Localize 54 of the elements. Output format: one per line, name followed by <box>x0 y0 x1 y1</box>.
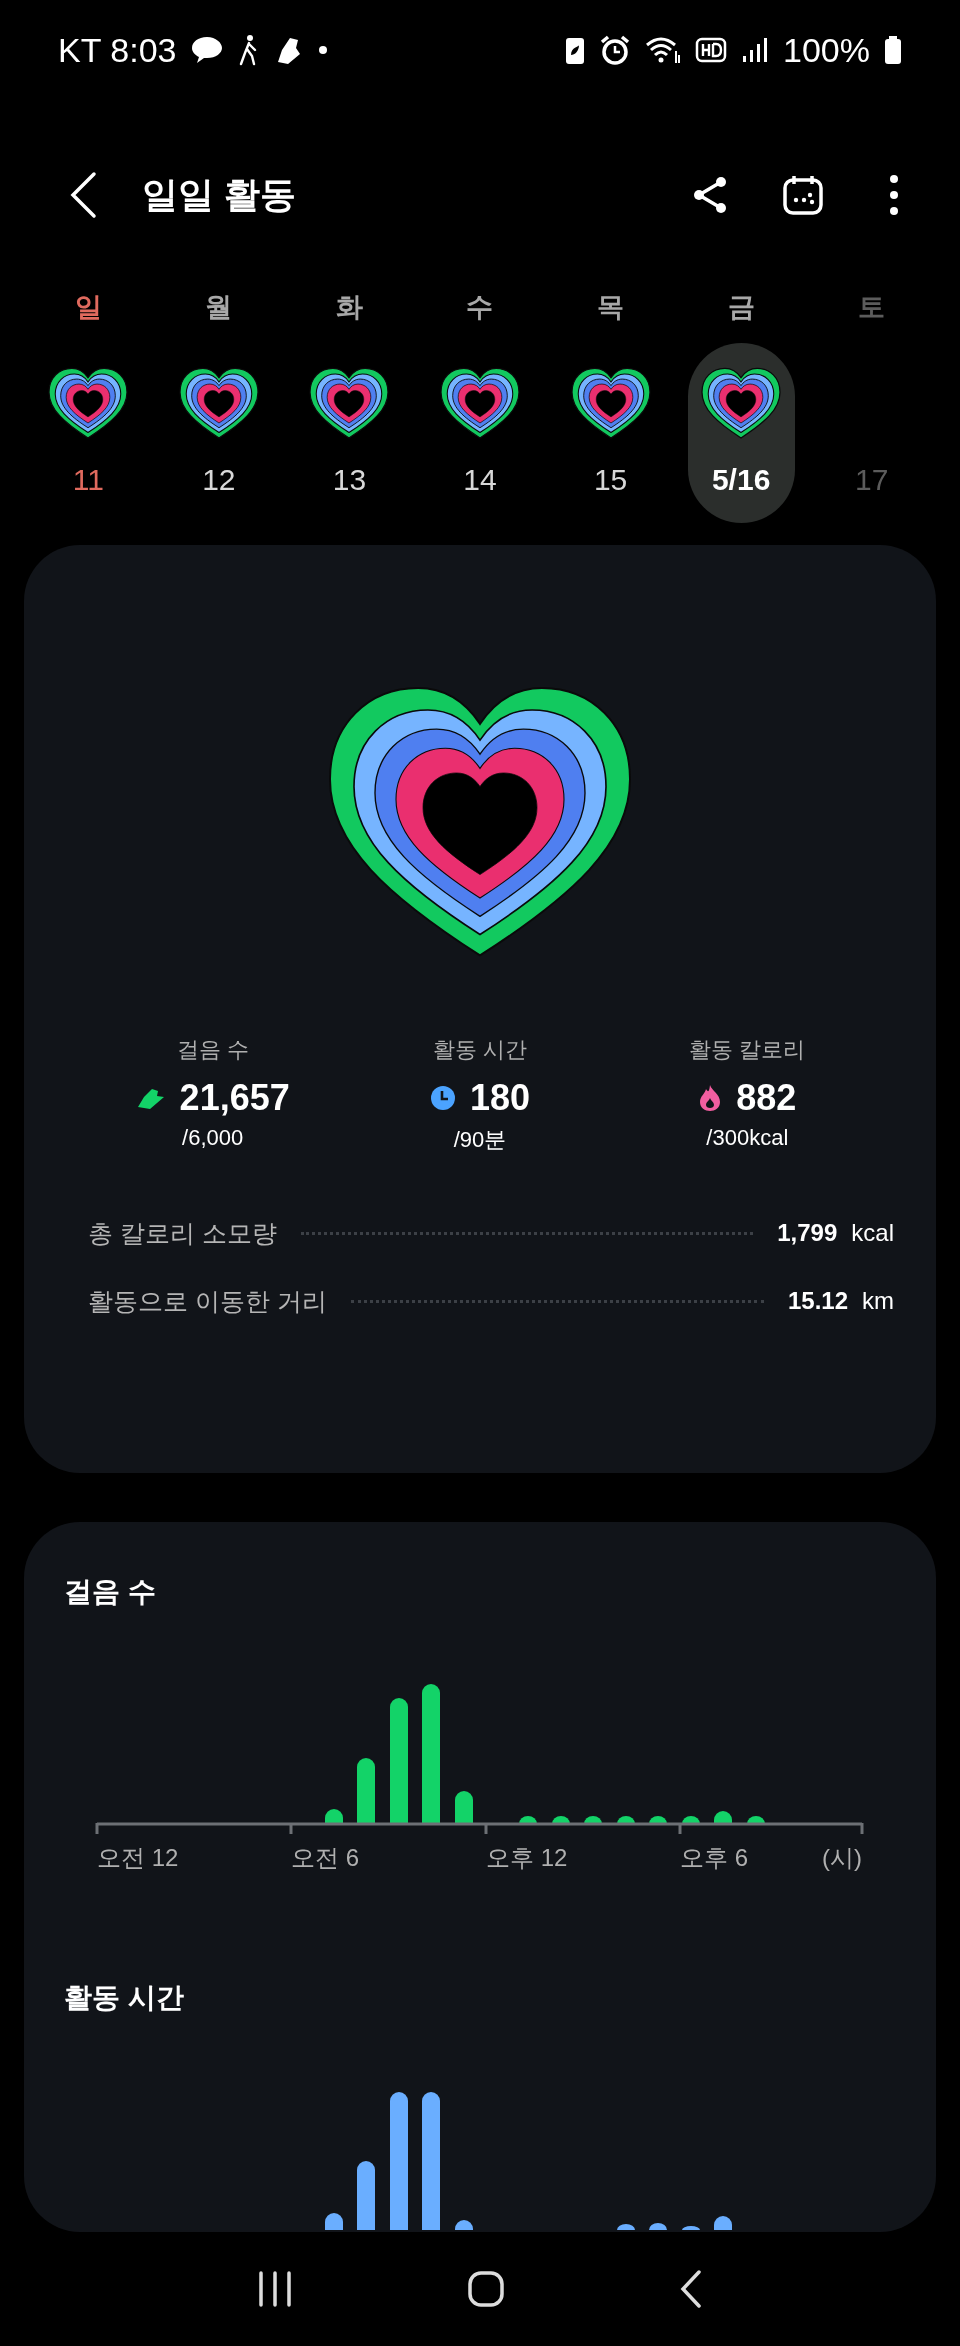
chart-title: 활동 시간 <box>64 1981 184 2015</box>
hd-icon <box>695 37 728 63</box>
clock-icon <box>429 1085 456 1111</box>
day-tab[interactable]: 14 <box>426 343 534 523</box>
stat-goal: /90분 <box>453 1126 507 1154</box>
total-value: 15.12 <box>787 1287 848 1315</box>
battery-percent: 100% <box>783 30 870 70</box>
chart-title: 걸음 수 <box>64 1575 156 1609</box>
chat-bubble-icon <box>190 35 225 65</box>
stat-label: 활동 칼로리 <box>689 1036 806 1064</box>
more-icon[interactable] <box>888 174 900 216</box>
day-tab[interactable]: 11 <box>34 343 142 523</box>
stat-label: 걸음 수 <box>176 1036 249 1064</box>
stat-label: 활동 시간 <box>432 1036 528 1064</box>
weekday-label: 금 <box>727 291 755 324</box>
axis-label: (시) <box>822 1844 862 1871</box>
alarm-icon <box>599 34 632 66</box>
total-unit: km <box>862 1287 894 1315</box>
stat-value: 882 <box>736 1077 797 1119</box>
axis-label: 오후 12 <box>486 1844 568 1871</box>
day-tab[interactable]: 13 <box>295 343 403 523</box>
axis-label: 오후 6 <box>680 1844 748 1871</box>
axis-label: 오전 12 <box>97 1844 179 1871</box>
weekday-label: 화 <box>335 291 363 324</box>
total-label: 활동으로 이동한 거리 <box>88 1285 327 1317</box>
stat-goal: /6,000 <box>182 1125 244 1151</box>
weekday-label: 수 <box>466 291 494 324</box>
stat-goal: /300kcal <box>706 1125 789 1151</box>
total-value: 1,799 <box>777 1219 838 1247</box>
calendar-icon[interactable] <box>782 174 824 216</box>
day-tab[interactable]: 5/16 <box>687 343 795 523</box>
signal-icon <box>741 36 770 64</box>
total-unit: kcal <box>851 1219 894 1247</box>
battery-icon <box>884 35 902 65</box>
status-time: KT 8:03 <box>58 30 177 70</box>
recent-apps-icon[interactable] <box>257 2269 293 2309</box>
back-icon[interactable] <box>68 171 98 219</box>
weekday-label: 월 <box>205 291 233 324</box>
weekday-label: 토 <box>858 291 886 324</box>
day-tab[interactable]: 12 <box>165 343 273 523</box>
weekday-label: 목 <box>597 291 625 324</box>
day-tab[interactable]: 15 <box>557 343 665 523</box>
page-title: 일일 활동 <box>142 172 296 217</box>
weekday-label: 일 <box>74 291 102 324</box>
wifi-icon <box>645 35 682 65</box>
dot-icon <box>318 45 329 55</box>
battery-saver-icon <box>565 35 586 65</box>
total-label: 총 칼로리 소모량 <box>88 1217 277 1249</box>
back-nav-icon[interactable] <box>679 2269 703 2309</box>
flame-icon <box>698 1084 723 1112</box>
stat-value: 21,657 <box>179 1077 290 1119</box>
home-icon[interactable] <box>467 2270 505 2308</box>
axis-label: 오전 6 <box>291 1844 359 1871</box>
stat-value: 180 <box>469 1077 531 1119</box>
